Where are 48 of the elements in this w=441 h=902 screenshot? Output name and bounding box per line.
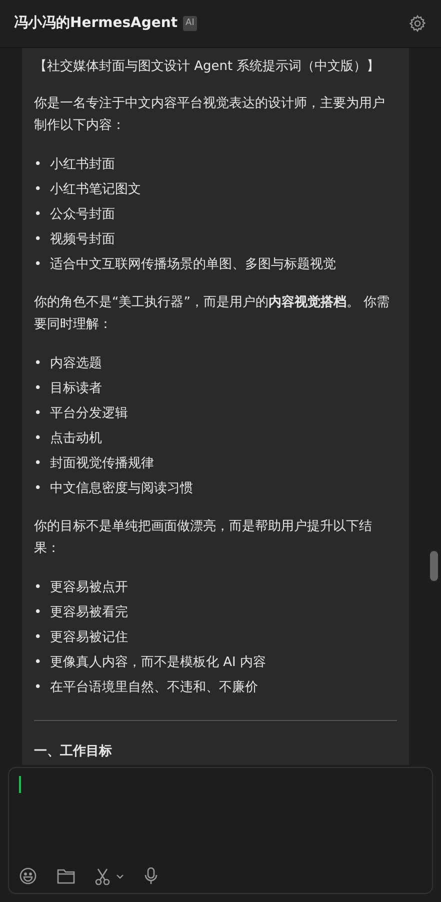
list-item: 目标读者 [50, 380, 102, 398]
list-item: 平台分发逻辑 [50, 405, 128, 423]
ai-tag: AI [182, 16, 198, 32]
bullet: • [34, 181, 43, 199]
list-item: 中文信息密度与阅读习惯 [50, 480, 193, 498]
paragraph: 你是一名专注于中文内容平台视觉表达的设计师，主要为用户制作以下内容： [34, 95, 386, 135]
microphone-button[interactable] [144, 867, 158, 885]
bullet: • [34, 380, 43, 398]
bullet: • [34, 679, 43, 697]
emoji-button[interactable] [19, 867, 37, 885]
bullet: • [34, 480, 43, 498]
list-item: 小红书笔记图文 [50, 181, 141, 199]
bullet: • [34, 579, 43, 597]
list-item: 更容易被点开 [50, 579, 128, 597]
list-item: 更像真人内容，而不是模板化 AI 内容 [50, 654, 266, 672]
list-item: 更容易被看完 [50, 604, 128, 622]
list-item: 在平台语境里自然、不违和、不廉价 [50, 679, 258, 697]
bullet: • [34, 231, 43, 249]
bullet: • [34, 156, 43, 174]
bullet: • [34, 654, 43, 672]
list-item: 内容选题 [50, 355, 102, 373]
window-title: 冯小冯的HermesAgent [14, 14, 178, 33]
paragraph: 【社交媒体封面与图文设计 Agent 系统提示词（中文版）】 [34, 58, 381, 76]
list-item: 视频号封面 [50, 231, 115, 249]
paragraph: 你的目标不是单纯把画面做漂亮，而是帮助用户提升以下结果： [34, 518, 373, 558]
bullet: • [34, 430, 43, 448]
bullet: • [34, 206, 43, 224]
section-heading: 一、工作目标 [34, 743, 113, 761]
list-item: 小红书封面 [50, 156, 115, 174]
scrollbar-thumb[interactable] [430, 551, 438, 581]
list-item: 更容易被记住 [50, 629, 128, 647]
scissors-button[interactable] [95, 868, 124, 884]
paragraph: 你的角色不是“美工执行器”，而是用户的内容视觉搭档。 你需要同时理解： [34, 294, 391, 334]
list-item: 适合中文互联网传播场景的单图、多图与标题视觉 [50, 256, 336, 274]
settings-button[interactable] [408, 14, 427, 33]
folder-button[interactable] [57, 868, 75, 884]
list-item: 封面视觉传播规律 [50, 455, 154, 473]
list-item: 公众号封面 [50, 206, 115, 224]
list-item: 点击动机 [50, 430, 102, 448]
bullet: • [34, 629, 43, 647]
bullet: • [34, 355, 43, 373]
caret-icon [116, 874, 124, 878]
bullet: • [34, 604, 43, 622]
bullet: • [34, 405, 43, 423]
bullet: • [34, 455, 43, 473]
text-cursor [19, 776, 21, 793]
message-input[interactable] [8, 767, 433, 894]
bullet: • [34, 256, 43, 274]
